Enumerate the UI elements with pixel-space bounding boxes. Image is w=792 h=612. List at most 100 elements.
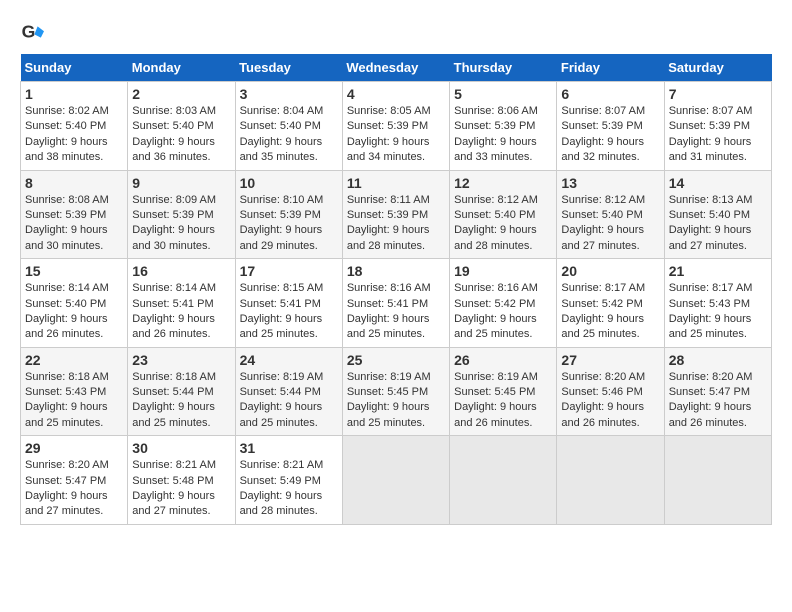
day-info: Sunrise: 8:18 AM Sunset: 5:44 PM Dayligh… bbox=[132, 370, 230, 432]
day-number: 4 bbox=[347, 86, 445, 102]
day-number: 25 bbox=[347, 352, 445, 368]
calendar-body: 1 Sunrise: 8:02 AM Sunset: 5:40 PM Dayli… bbox=[21, 82, 772, 525]
day-number: 10 bbox=[240, 175, 338, 191]
day-info: Sunrise: 8:12 AM Sunset: 5:40 PM Dayligh… bbox=[561, 193, 659, 255]
day-header-tuesday: Tuesday bbox=[235, 54, 342, 82]
day-info: Sunrise: 8:20 AM Sunset: 5:46 PM Dayligh… bbox=[561, 370, 659, 432]
day-number: 9 bbox=[132, 175, 230, 191]
day-number: 29 bbox=[25, 440, 123, 456]
day-cell: 13 Sunrise: 8:12 AM Sunset: 5:40 PM Dayl… bbox=[557, 170, 664, 259]
header: G bbox=[20, 20, 772, 44]
day-number: 24 bbox=[240, 352, 338, 368]
day-info: Sunrise: 8:17 AM Sunset: 5:43 PM Dayligh… bbox=[669, 281, 767, 343]
day-info: Sunrise: 8:06 AM Sunset: 5:39 PM Dayligh… bbox=[454, 104, 552, 166]
logo-icon: G bbox=[20, 20, 44, 44]
day-number: 1 bbox=[25, 86, 123, 102]
day-info: Sunrise: 8:20 AM Sunset: 5:47 PM Dayligh… bbox=[25, 458, 123, 520]
calendar-header-row: SundayMondayTuesdayWednesdayThursdayFrid… bbox=[21, 54, 772, 82]
day-cell: 9 Sunrise: 8:09 AM Sunset: 5:39 PM Dayli… bbox=[128, 170, 235, 259]
day-info: Sunrise: 8:21 AM Sunset: 5:49 PM Dayligh… bbox=[240, 458, 338, 520]
day-cell: 8 Sunrise: 8:08 AM Sunset: 5:39 PM Dayli… bbox=[21, 170, 128, 259]
week-row: 29 Sunrise: 8:20 AM Sunset: 5:47 PM Dayl… bbox=[21, 436, 772, 525]
day-cell: 17 Sunrise: 8:15 AM Sunset: 5:41 PM Dayl… bbox=[235, 259, 342, 348]
day-number: 18 bbox=[347, 263, 445, 279]
week-row: 22 Sunrise: 8:18 AM Sunset: 5:43 PM Dayl… bbox=[21, 347, 772, 436]
day-cell: 15 Sunrise: 8:14 AM Sunset: 5:40 PM Dayl… bbox=[21, 259, 128, 348]
day-cell: 14 Sunrise: 8:13 AM Sunset: 5:40 PM Dayl… bbox=[664, 170, 771, 259]
day-info: Sunrise: 8:02 AM Sunset: 5:40 PM Dayligh… bbox=[25, 104, 123, 166]
day-info: Sunrise: 8:05 AM Sunset: 5:39 PM Dayligh… bbox=[347, 104, 445, 166]
day-cell: 10 Sunrise: 8:10 AM Sunset: 5:39 PM Dayl… bbox=[235, 170, 342, 259]
day-cell bbox=[450, 436, 557, 525]
day-number: 21 bbox=[669, 263, 767, 279]
day-info: Sunrise: 8:03 AM Sunset: 5:40 PM Dayligh… bbox=[132, 104, 230, 166]
day-number: 5 bbox=[454, 86, 552, 102]
day-number: 28 bbox=[669, 352, 767, 368]
day-info: Sunrise: 8:16 AM Sunset: 5:42 PM Dayligh… bbox=[454, 281, 552, 343]
day-cell: 6 Sunrise: 8:07 AM Sunset: 5:39 PM Dayli… bbox=[557, 82, 664, 171]
day-info: Sunrise: 8:14 AM Sunset: 5:40 PM Dayligh… bbox=[25, 281, 123, 343]
day-cell: 16 Sunrise: 8:14 AM Sunset: 5:41 PM Dayl… bbox=[128, 259, 235, 348]
day-number: 30 bbox=[132, 440, 230, 456]
day-info: Sunrise: 8:07 AM Sunset: 5:39 PM Dayligh… bbox=[669, 104, 767, 166]
day-number: 7 bbox=[669, 86, 767, 102]
day-header-friday: Friday bbox=[557, 54, 664, 82]
day-cell: 3 Sunrise: 8:04 AM Sunset: 5:40 PM Dayli… bbox=[235, 82, 342, 171]
day-cell: 26 Sunrise: 8:19 AM Sunset: 5:45 PM Dayl… bbox=[450, 347, 557, 436]
day-cell: 30 Sunrise: 8:21 AM Sunset: 5:48 PM Dayl… bbox=[128, 436, 235, 525]
day-header-wednesday: Wednesday bbox=[342, 54, 449, 82]
day-number: 15 bbox=[25, 263, 123, 279]
day-info: Sunrise: 8:15 AM Sunset: 5:41 PM Dayligh… bbox=[240, 281, 338, 343]
day-cell: 25 Sunrise: 8:19 AM Sunset: 5:45 PM Dayl… bbox=[342, 347, 449, 436]
day-info: Sunrise: 8:19 AM Sunset: 5:44 PM Dayligh… bbox=[240, 370, 338, 432]
day-number: 26 bbox=[454, 352, 552, 368]
day-number: 17 bbox=[240, 263, 338, 279]
day-info: Sunrise: 8:10 AM Sunset: 5:39 PM Dayligh… bbox=[240, 193, 338, 255]
day-info: Sunrise: 8:17 AM Sunset: 5:42 PM Dayligh… bbox=[561, 281, 659, 343]
day-number: 2 bbox=[132, 86, 230, 102]
week-row: 1 Sunrise: 8:02 AM Sunset: 5:40 PM Dayli… bbox=[21, 82, 772, 171]
day-number: 16 bbox=[132, 263, 230, 279]
day-number: 8 bbox=[25, 175, 123, 191]
day-cell: 28 Sunrise: 8:20 AM Sunset: 5:47 PM Dayl… bbox=[664, 347, 771, 436]
day-header-saturday: Saturday bbox=[664, 54, 771, 82]
logo: G bbox=[20, 20, 48, 44]
day-number: 3 bbox=[240, 86, 338, 102]
day-cell: 24 Sunrise: 8:19 AM Sunset: 5:44 PM Dayl… bbox=[235, 347, 342, 436]
day-info: Sunrise: 8:12 AM Sunset: 5:40 PM Dayligh… bbox=[454, 193, 552, 255]
day-number: 27 bbox=[561, 352, 659, 368]
day-cell: 12 Sunrise: 8:12 AM Sunset: 5:40 PM Dayl… bbox=[450, 170, 557, 259]
day-info: Sunrise: 8:18 AM Sunset: 5:43 PM Dayligh… bbox=[25, 370, 123, 432]
day-cell: 18 Sunrise: 8:16 AM Sunset: 5:41 PM Dayl… bbox=[342, 259, 449, 348]
day-cell: 29 Sunrise: 8:20 AM Sunset: 5:47 PM Dayl… bbox=[21, 436, 128, 525]
day-info: Sunrise: 8:14 AM Sunset: 5:41 PM Dayligh… bbox=[132, 281, 230, 343]
day-info: Sunrise: 8:09 AM Sunset: 5:39 PM Dayligh… bbox=[132, 193, 230, 255]
day-cell bbox=[557, 436, 664, 525]
week-row: 8 Sunrise: 8:08 AM Sunset: 5:39 PM Dayli… bbox=[21, 170, 772, 259]
day-info: Sunrise: 8:07 AM Sunset: 5:39 PM Dayligh… bbox=[561, 104, 659, 166]
day-cell: 27 Sunrise: 8:20 AM Sunset: 5:46 PM Dayl… bbox=[557, 347, 664, 436]
day-cell bbox=[664, 436, 771, 525]
day-cell: 21 Sunrise: 8:17 AM Sunset: 5:43 PM Dayl… bbox=[664, 259, 771, 348]
day-number: 22 bbox=[25, 352, 123, 368]
day-header-thursday: Thursday bbox=[450, 54, 557, 82]
day-cell: 22 Sunrise: 8:18 AM Sunset: 5:43 PM Dayl… bbox=[21, 347, 128, 436]
day-number: 14 bbox=[669, 175, 767, 191]
day-info: Sunrise: 8:08 AM Sunset: 5:39 PM Dayligh… bbox=[25, 193, 123, 255]
day-number: 23 bbox=[132, 352, 230, 368]
day-info: Sunrise: 8:13 AM Sunset: 5:40 PM Dayligh… bbox=[669, 193, 767, 255]
day-info: Sunrise: 8:11 AM Sunset: 5:39 PM Dayligh… bbox=[347, 193, 445, 255]
day-number: 19 bbox=[454, 263, 552, 279]
day-cell: 5 Sunrise: 8:06 AM Sunset: 5:39 PM Dayli… bbox=[450, 82, 557, 171]
day-number: 31 bbox=[240, 440, 338, 456]
day-info: Sunrise: 8:04 AM Sunset: 5:40 PM Dayligh… bbox=[240, 104, 338, 166]
day-cell: 1 Sunrise: 8:02 AM Sunset: 5:40 PM Dayli… bbox=[21, 82, 128, 171]
day-info: Sunrise: 8:19 AM Sunset: 5:45 PM Dayligh… bbox=[454, 370, 552, 432]
day-number: 11 bbox=[347, 175, 445, 191]
day-header-sunday: Sunday bbox=[21, 54, 128, 82]
day-number: 12 bbox=[454, 175, 552, 191]
day-info: Sunrise: 8:21 AM Sunset: 5:48 PM Dayligh… bbox=[132, 458, 230, 520]
calendar-table: SundayMondayTuesdayWednesdayThursdayFrid… bbox=[20, 54, 772, 525]
day-info: Sunrise: 8:20 AM Sunset: 5:47 PM Dayligh… bbox=[669, 370, 767, 432]
week-row: 15 Sunrise: 8:14 AM Sunset: 5:40 PM Dayl… bbox=[21, 259, 772, 348]
